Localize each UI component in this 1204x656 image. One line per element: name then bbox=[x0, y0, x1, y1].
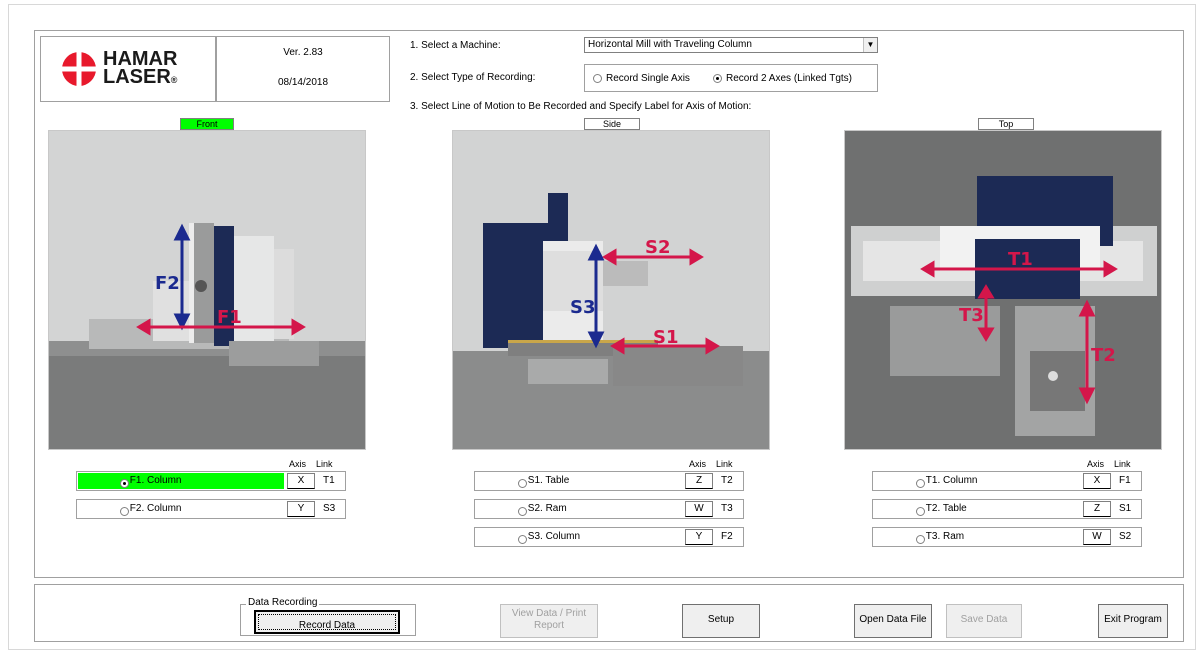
axis-input-f2[interactable]: Y bbox=[287, 501, 315, 517]
link-s2: T3 bbox=[721, 503, 733, 514]
radio-icon bbox=[593, 73, 602, 83]
radio-icon bbox=[518, 478, 527, 488]
header-axis-top: Axis bbox=[1087, 459, 1105, 469]
option-f2[interactable]: F2. Column bbox=[78, 501, 284, 517]
radio-icon bbox=[916, 478, 925, 488]
option-row-f2[interactable]: F2. Column Y S3 bbox=[76, 499, 346, 519]
option-s1[interactable]: S1. Table bbox=[476, 473, 682, 489]
link-s3: F2 bbox=[721, 531, 733, 542]
radio-icon bbox=[518, 534, 527, 544]
arrow-label-t1: T1 bbox=[1008, 249, 1033, 270]
radio-selected-icon bbox=[713, 73, 722, 83]
radio-icon bbox=[916, 534, 925, 544]
view-data-button[interactable]: View Data / Print Report bbox=[500, 604, 598, 638]
option-s2[interactable]: S2. Ram bbox=[476, 501, 682, 517]
header-link-top: Link bbox=[1114, 459, 1131, 469]
axis-input-f1[interactable]: X bbox=[287, 473, 315, 489]
step3-label: 3. Select Line of Motion to Be Recorded … bbox=[410, 101, 752, 112]
arrow-label-t3: T3 bbox=[959, 305, 984, 326]
option-row-s1[interactable]: S1. Table Z T2 bbox=[474, 471, 744, 491]
arrow-label-f1: F1 bbox=[217, 307, 242, 328]
radio-icon bbox=[120, 506, 129, 516]
view-label-front: Front bbox=[180, 118, 234, 130]
front-view-image: F2 F1 bbox=[48, 130, 366, 450]
option-f1[interactable]: F1. Column bbox=[78, 473, 284, 489]
option-row-t1[interactable]: T1. Column X F1 bbox=[872, 471, 1142, 491]
logo-wordmark: HAMAR LASER® bbox=[103, 48, 178, 88]
axis-input-s2[interactable]: W bbox=[685, 501, 713, 517]
version-box: Ver. 2.83 08/14/2018 bbox=[216, 36, 390, 102]
option-t2[interactable]: T2. Table bbox=[874, 501, 1080, 517]
radio-icon bbox=[518, 506, 527, 516]
chevron-down-icon[interactable]: ▼ bbox=[863, 38, 877, 52]
arrow-label-s1: S1 bbox=[653, 327, 679, 348]
open-data-file-button[interactable]: Open Data File bbox=[854, 604, 932, 638]
option-row-t2[interactable]: T2. Table Z S1 bbox=[872, 499, 1142, 519]
arrow-label-s3: S3 bbox=[570, 297, 596, 318]
machine-select-value: Horizontal Mill with Traveling Column bbox=[588, 39, 752, 50]
header-link-front: Link bbox=[316, 459, 333, 469]
radio-selected-icon bbox=[120, 478, 129, 488]
setup-button[interactable]: Setup bbox=[682, 604, 760, 638]
step2-label: 2. Select Type of Recording: bbox=[410, 72, 536, 83]
option-row-f1[interactable]: F1. Column X T1 bbox=[76, 471, 346, 491]
data-recording-title: Data Recording bbox=[246, 597, 320, 608]
link-t1: F1 bbox=[1119, 475, 1131, 486]
link-s1: T2 bbox=[721, 475, 733, 486]
recording-type-group: Record Single Axis Record 2 Axes (Linked… bbox=[584, 64, 878, 92]
side-view-image: S2 S3 S1 bbox=[452, 130, 770, 450]
option-row-s2[interactable]: S2. Ram W T3 bbox=[474, 499, 744, 519]
side-axis-arrows: S2 S3 S1 bbox=[570, 237, 720, 355]
radio-icon bbox=[916, 506, 925, 516]
option-s3[interactable]: S3. Column bbox=[476, 529, 682, 545]
axis-input-t3[interactable]: W bbox=[1083, 529, 1111, 545]
radio-single-axis[interactable]: Record Single Axis bbox=[593, 73, 690, 84]
header-axis-side: Axis bbox=[689, 459, 707, 469]
link-f2: S3 bbox=[323, 503, 336, 514]
axis-input-t2[interactable]: Z bbox=[1083, 501, 1111, 517]
top-axis-arrows: T1 T3 T2 bbox=[920, 249, 1118, 405]
save-data-button[interactable]: Save Data bbox=[946, 604, 1022, 638]
option-row-t3[interactable]: T3. Ram W S2 bbox=[872, 527, 1142, 547]
arrow-label-f2: F2 bbox=[155, 273, 180, 294]
arrow-label-t2: T2 bbox=[1091, 345, 1116, 366]
link-f1: T1 bbox=[323, 475, 335, 486]
version-label: Ver. 2.83 bbox=[283, 47, 323, 58]
arrow-label-s2: S2 bbox=[645, 237, 671, 258]
link-t3: S2 bbox=[1119, 531, 1132, 542]
view-label-top: Top bbox=[978, 118, 1034, 130]
axis-input-s3[interactable]: Y bbox=[685, 529, 713, 545]
logo-box: HAMAR LASER® bbox=[40, 36, 216, 102]
step1-label: 1. Select a Machine: bbox=[410, 40, 501, 51]
front-axis-arrows: F2 F1 bbox=[136, 223, 306, 336]
exit-program-button[interactable]: Exit Program bbox=[1098, 604, 1168, 638]
record-data-button[interactable]: Record Data bbox=[254, 610, 400, 634]
option-t3[interactable]: T3. Ram bbox=[874, 529, 1080, 545]
view-label-side: Side bbox=[584, 118, 640, 130]
header-axis-front: Axis bbox=[289, 459, 307, 469]
machine-select[interactable]: Horizontal Mill with Traveling Column ▼ bbox=[584, 37, 878, 53]
axis-input-s1[interactable]: Z bbox=[685, 473, 713, 489]
version-date: 08/14/2018 bbox=[277, 77, 329, 88]
axis-input-t1[interactable]: X bbox=[1083, 473, 1111, 489]
option-t1[interactable]: T1. Column bbox=[874, 473, 1080, 489]
link-t2: S1 bbox=[1119, 503, 1132, 514]
option-row-s3[interactable]: S3. Column Y F2 bbox=[474, 527, 744, 547]
top-view-image: T1 T3 T2 bbox=[844, 130, 1162, 450]
hamar-logo-icon bbox=[62, 52, 96, 86]
radio-linked-axes[interactable]: Record 2 Axes (Linked Tgts) bbox=[713, 73, 852, 84]
header-link-side: Link bbox=[716, 459, 733, 469]
